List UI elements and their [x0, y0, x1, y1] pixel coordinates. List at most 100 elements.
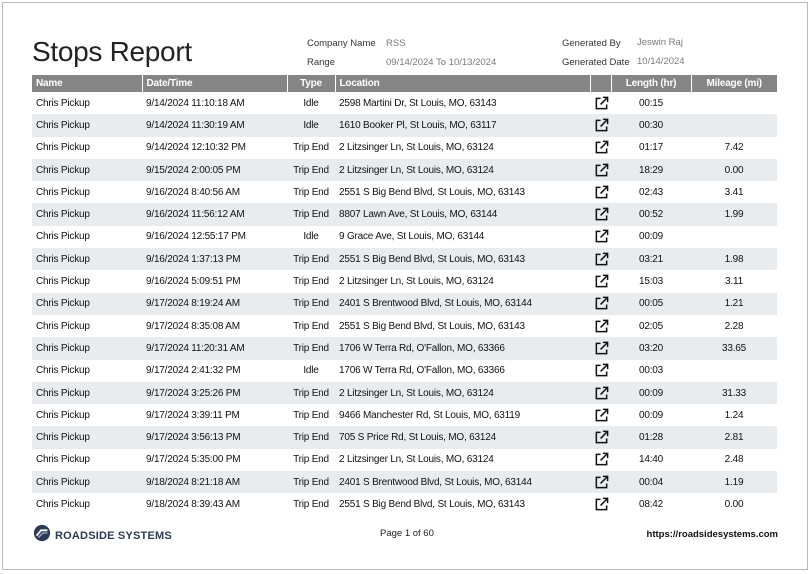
- external-link-icon[interactable]: [594, 363, 609, 378]
- cell-link: [590, 181, 611, 203]
- cell-mileage: 1.24: [724, 409, 744, 421]
- table-row: Chris Pickup 9/17/2024 3:39:11 PM Trip E…: [32, 404, 777, 426]
- cell-length: 15:03: [638, 276, 664, 288]
- cell-location: 2401 S Brentwood Blvd, St Louis, MO, 631…: [339, 476, 532, 488]
- cell-datetime: 9/15/2024 2:00:05 PM: [146, 164, 241, 176]
- table-row: Chris Pickup 9/17/2024 11:20:31 AM Trip …: [32, 337, 777, 360]
- cell-location: 2 Litzsinger Ln, St Louis, MO, 63124: [339, 164, 494, 176]
- cell-mileage: 2.28: [724, 320, 744, 332]
- cell-type: Trip End: [293, 432, 329, 444]
- cell-mileage: 33.65: [721, 342, 747, 354]
- external-link-icon[interactable]: [594, 296, 609, 311]
- generated-by-label: Generated By: [562, 38, 621, 49]
- cell-type: Trip End: [293, 209, 329, 221]
- external-link-icon[interactable]: [594, 96, 609, 111]
- generated-by-value: Jeswin Raj: [637, 37, 683, 48]
- cell-type: Idle: [303, 97, 319, 109]
- cell-mileage: 3.11: [725, 276, 743, 288]
- external-link-icon[interactable]: [594, 252, 609, 267]
- external-link-icon[interactable]: [594, 341, 609, 356]
- cell-length: 14:40: [638, 454, 664, 466]
- cell-type: Trip End: [293, 142, 329, 154]
- external-link-icon[interactable]: [594, 408, 609, 423]
- external-link-icon[interactable]: [594, 185, 609, 200]
- cell-mileage: [691, 226, 777, 248]
- table-header-row: Name Date/Time Type Location Length (hr)…: [32, 75, 777, 92]
- external-link-icon[interactable]: [594, 207, 609, 222]
- footer-url[interactable]: https://roadsidesystems.com: [647, 529, 778, 540]
- cell-mileage: 0.00: [724, 164, 744, 176]
- cell-name: Chris Pickup: [36, 276, 90, 288]
- table-row: Chris Pickup 9/17/2024 5:35:00 PM Trip E…: [32, 449, 777, 471]
- cell-datetime: 9/16/2024 5:09:51 PM: [146, 276, 241, 288]
- cell-mileage: 1.21: [724, 298, 744, 310]
- cell-datetime: 9/16/2024 12:55:17 PM: [146, 231, 246, 243]
- external-link-icon[interactable]: [594, 497, 609, 512]
- table-row: Chris Pickup 9/15/2024 2:00:05 PM Trip E…: [32, 158, 777, 182]
- cell-name: Chris Pickup: [36, 365, 90, 377]
- table-row: Chris Pickup 9/17/2024 3:25:26 PM Trip E…: [32, 381, 777, 405]
- header-name: Name: [36, 78, 63, 89]
- table-row: Chris Pickup 9/14/2024 11:30:19 AM Idle …: [32, 114, 777, 137]
- cell-link: [590, 270, 611, 292]
- cell-type: Trip End: [293, 298, 329, 310]
- cell-mileage: 3.41: [724, 186, 744, 198]
- cell-length: 01:28: [638, 432, 664, 444]
- external-link-icon[interactable]: [594, 452, 609, 467]
- cell-location: 2551 S Big Bend Blvd, St Louis, MO, 6314…: [339, 186, 525, 198]
- cell-type: Idle: [303, 365, 319, 377]
- footer-logo: ROADSIDE SYSTEMS: [33, 524, 172, 547]
- cell-link: [590, 92, 611, 114]
- table-row: Chris Pickup 9/16/2024 11:56:12 AM Trip …: [32, 203, 777, 226]
- table-row: Chris Pickup 9/14/2024 11:10:18 AM Idle …: [32, 92, 777, 114]
- cell-type: Trip End: [293, 454, 329, 466]
- cell-datetime: 9/17/2024 5:35:00 PM: [146, 454, 241, 466]
- cell-type: Trip End: [293, 409, 329, 421]
- report-title: Stops Report: [32, 36, 192, 67]
- cell-location: 2551 S Big Bend Blvd, St Louis, MO, 6314…: [339, 253, 525, 265]
- cell-length: 03:20: [638, 342, 664, 354]
- table-row: Chris Pickup 9/16/2024 1:37:13 PM Trip E…: [32, 248, 777, 271]
- cell-datetime: 9/18/2024 8:21:18 AM: [146, 476, 240, 488]
- external-link-icon[interactable]: [594, 475, 609, 490]
- cell-datetime: 9/18/2024 8:39:43 AM: [146, 498, 240, 510]
- cell-type: Trip End: [293, 387, 329, 399]
- cell-location: 2 Litzsinger Ln, St Louis, MO, 63124: [339, 454, 494, 466]
- external-link-icon[interactable]: [594, 140, 609, 155]
- stops-table: Name Date/Time Type Location Length (hr)…: [32, 75, 777, 516]
- table-row: Chris Pickup 9/18/2024 8:21:18 AM Trip E…: [32, 471, 777, 494]
- header-mileage: Mileage (mi): [690, 75, 777, 92]
- table-row: Chris Pickup 9/18/2024 8:39:43 AM Trip E…: [32, 493, 777, 515]
- logo-text: ROADSIDE SYSTEMS: [55, 529, 172, 542]
- cell-length: 00:03: [638, 365, 664, 377]
- external-link-icon[interactable]: [594, 118, 609, 133]
- cell-name: Chris Pickup: [36, 253, 90, 265]
- external-link-icon[interactable]: [594, 163, 609, 178]
- external-link-icon[interactable]: [594, 274, 609, 289]
- cell-length: 00:15: [638, 97, 664, 109]
- cell-datetime: 9/17/2024 3:25:26 PM: [146, 387, 241, 399]
- cell-name: Chris Pickup: [36, 342, 90, 354]
- cell-mileage: [691, 92, 777, 114]
- cell-name: Chris Pickup: [36, 454, 90, 466]
- header-type: Type: [286, 75, 335, 92]
- cell-name: Chris Pickup: [36, 142, 90, 154]
- cell-name: Chris Pickup: [36, 498, 90, 510]
- cell-type: Trip End: [293, 186, 329, 198]
- external-link-icon[interactable]: [594, 229, 609, 244]
- external-link-icon[interactable]: [594, 430, 609, 445]
- cell-datetime: 9/16/2024 11:56:12 AM: [146, 209, 245, 221]
- cell-link: [590, 315, 611, 337]
- cell-mileage: [691, 114, 777, 136]
- cell-location: 1706 W Terra Rd, O'Fallon, MO, 63366: [339, 365, 505, 377]
- cell-name: Chris Pickup: [36, 298, 90, 310]
- cell-location: 8807 Lawn Ave, St Louis, MO, 63144: [339, 209, 498, 221]
- external-link-icon[interactable]: [594, 386, 609, 401]
- cell-link: [590, 493, 611, 515]
- cell-length: 01:17: [638, 142, 664, 154]
- cell-location: 1610 Booker Pl, St Louis, MO, 63117: [339, 119, 497, 131]
- external-link-icon[interactable]: [594, 319, 609, 334]
- cell-datetime: 9/17/2024 3:56:13 PM: [146, 432, 241, 444]
- cell-location: 1706 W Terra Rd, O'Fallon, MO, 63366: [339, 342, 505, 354]
- cell-link: [590, 382, 611, 404]
